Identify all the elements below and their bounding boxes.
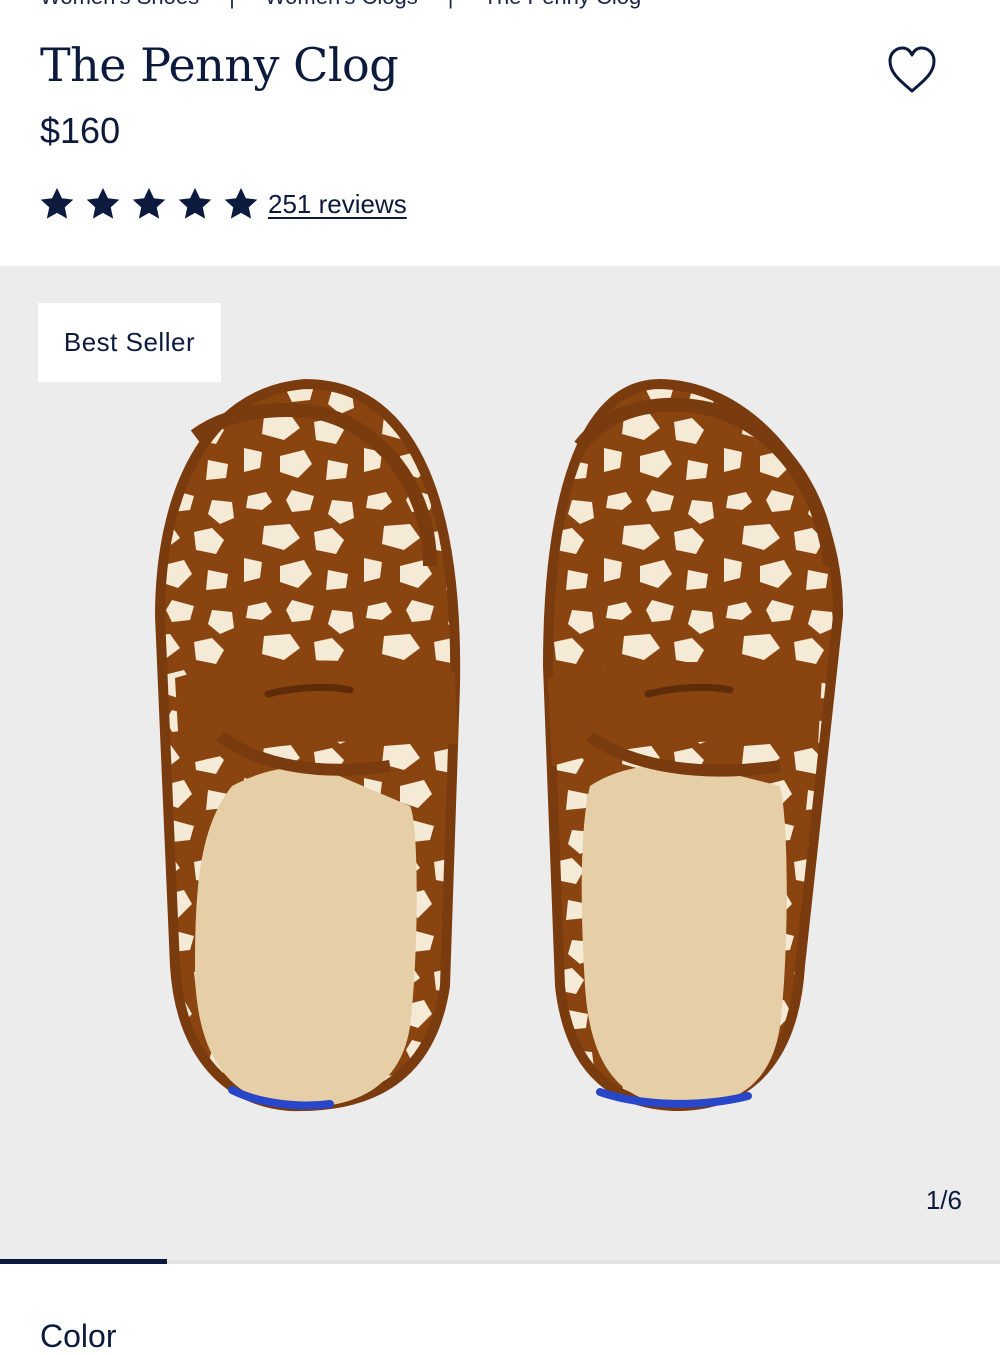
breadcrumb-item-womens-shoes[interactable]: Women's Shoes — [40, 0, 199, 9]
best-seller-badge: Best Seller — [38, 303, 221, 382]
star-icon — [132, 187, 166, 219]
heart-outline-icon — [888, 46, 936, 93]
reviews-link[interactable]: 251 reviews — [268, 189, 407, 220]
star-icon — [40, 187, 74, 219]
product-image-gallery[interactable]: Best Seller 1/6 — [0, 266, 1000, 1260]
gallery-progress-fill — [0, 1259, 167, 1264]
color-section-heading: Color — [40, 1318, 117, 1354]
right-clog — [542, 378, 844, 1112]
product-price: $160 — [40, 110, 121, 151]
breadcrumb-item-womens-clogs[interactable]: Women's Clogs — [265, 0, 418, 9]
product-image — [0, 266, 1000, 1260]
breadcrumb: Women's Shoes | Women's Clogs | The Penny Cl… — [40, 0, 641, 10]
star-icon — [86, 187, 120, 219]
rating-summary: 251 reviews — [38, 185, 407, 223]
breadcrumb-separator: | — [448, 0, 454, 9]
favorite-button[interactable] — [884, 44, 940, 96]
star-icon — [224, 187, 258, 219]
star-rating — [38, 185, 268, 223]
breadcrumb-item-current[interactable]: The Penny Clog — [484, 0, 642, 9]
breadcrumb-separator: | — [229, 0, 235, 9]
image-counter: 1/6 — [925, 1185, 962, 1215]
product-title: The Penny Clog — [40, 38, 399, 92]
star-icon — [178, 187, 212, 219]
left-clog — [154, 378, 461, 1112]
